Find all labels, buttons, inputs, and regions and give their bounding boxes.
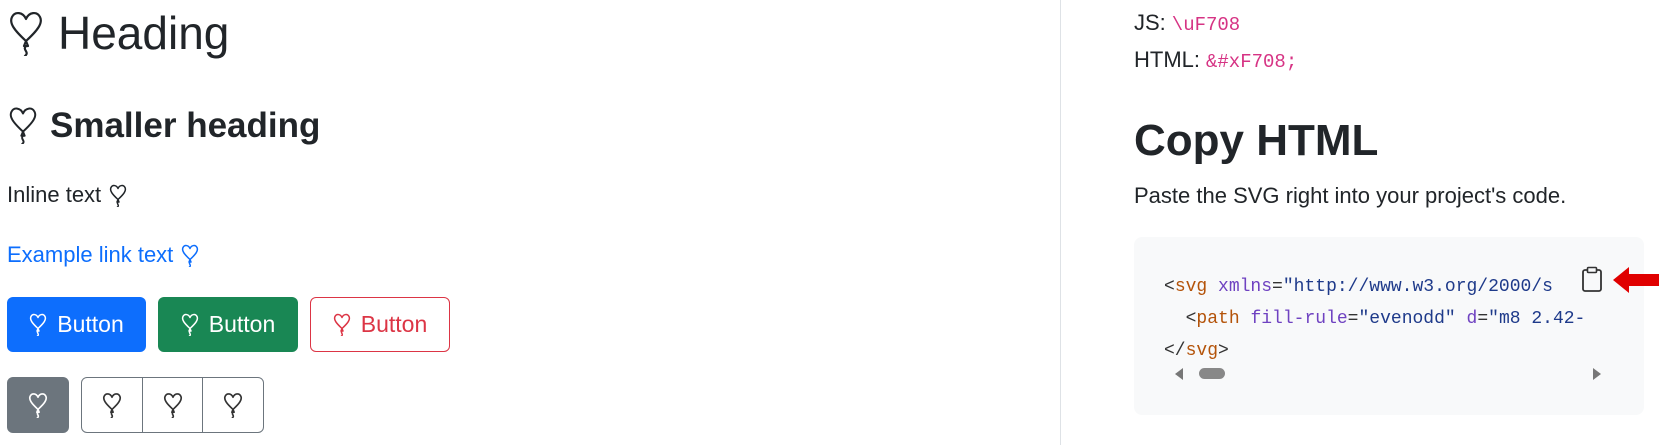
html-entity: &#xF708; — [1206, 51, 1298, 73]
example-link-label: Example link text — [7, 242, 174, 267]
code-string: "http://www.w3.org/2000/s — [1282, 277, 1553, 297]
balloon-heart-icon — [8, 10, 44, 56]
heading-text: Heading — [58, 7, 230, 59]
icon-examples-panel: Heading Smaller heading Inline text Exam… — [0, 0, 1060, 445]
svg-code-block: <svg xmlns="http://www.w3.org/2000/s <pa… — [1134, 237, 1644, 415]
group-icon-button[interactable] — [143, 378, 204, 432]
code-attr: xmlns — [1218, 277, 1273, 297]
clipboard-icon[interactable] — [1581, 266, 1603, 292]
icon-button-group — [81, 377, 264, 433]
scrollbar-thumb[interactable] — [1199, 368, 1225, 379]
balloon-heart-icon — [28, 392, 48, 418]
copy-html-description: Paste the SVG right into your project's … — [1134, 183, 1567, 208]
red-arrow-pointer-icon — [1613, 266, 1659, 294]
group-icon-button[interactable] — [82, 378, 143, 432]
secondary-icon-button[interactable] — [7, 377, 69, 433]
scroll-right-arrow-icon[interactable] — [1593, 368, 1601, 380]
html-label: HTML: — [1134, 47, 1200, 72]
inline-text-example: Inline text — [7, 182, 127, 208]
balloon-heart-icon — [223, 392, 243, 418]
js-codepoint: \uF708 — [1171, 14, 1241, 36]
scroll-left-arrow-icon[interactable] — [1175, 368, 1183, 380]
balloon-heart-icon — [8, 106, 38, 144]
code-tag: path — [1196, 309, 1240, 329]
example-smaller-heading: Smaller heading — [8, 106, 320, 144]
html-entity-row: HTML: &#xF708; — [1134, 47, 1297, 73]
outline-danger-button-label: Button — [360, 311, 428, 337]
success-button[interactable]: Button — [158, 297, 298, 352]
code-attr: d — [1466, 309, 1478, 329]
success-button-label: Button — [208, 311, 276, 337]
icon-usage-panel: JS: \uF708 HTML: &#xF708; Copy HTML Past… — [1061, 0, 1659, 445]
example-heading: Heading — [8, 10, 229, 56]
balloon-heart-icon — [102, 392, 122, 418]
js-codepoint-row: JS: \uF708 — [1134, 10, 1240, 36]
group-icon-button[interactable] — [203, 378, 263, 432]
copy-html-heading: Copy HTML — [1134, 116, 1379, 165]
svg-code: <svg xmlns="http://www.w3.org/2000/s <pa… — [1164, 277, 1586, 361]
inline-text-label: Inline text — [7, 182, 102, 207]
code-attr: fill-rule — [1250, 309, 1348, 329]
code-horizontal-scrollbar[interactable] — [1161, 365, 1651, 381]
smaller-heading-text: Smaller heading — [50, 105, 321, 145]
code-string: "evenodd" — [1358, 309, 1456, 329]
example-link[interactable]: Example link text — [7, 242, 199, 268]
balloon-heart-icon — [163, 392, 183, 418]
outline-danger-button[interactable]: Button — [310, 297, 450, 352]
code-string: "m8 2.42- — [1488, 309, 1586, 329]
primary-button-label: Button — [57, 311, 124, 337]
balloon-heart-icon — [29, 313, 47, 336]
balloon-heart-icon — [181, 244, 199, 267]
code-tag: svg — [1174, 277, 1208, 297]
js-label: JS: — [1134, 10, 1166, 35]
balloon-heart-icon — [333, 313, 351, 336]
code-tag: svg — [1185, 341, 1219, 361]
balloon-heart-icon — [181, 313, 199, 336]
primary-button[interactable]: Button — [7, 297, 146, 352]
balloon-heart-icon — [109, 184, 127, 207]
